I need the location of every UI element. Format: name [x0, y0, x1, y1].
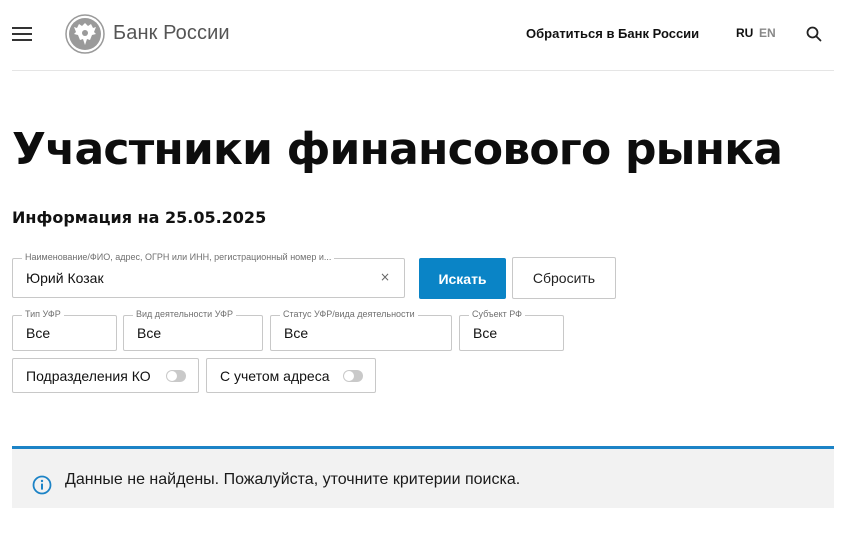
- search-input[interactable]: Наименование/ФИО, адрес, ОГРН или ИНН, р…: [12, 252, 405, 298]
- toggle-by-address[interactable]: С учетом адреса: [206, 358, 376, 393]
- reset-button[interactable]: Сбросить: [512, 257, 616, 299]
- lang-en-link[interactable]: EN: [759, 26, 776, 40]
- toggle-knob: [167, 371, 177, 381]
- lang-ru-link[interactable]: RU: [736, 26, 753, 40]
- toggle-ko-divisions[interactable]: Подразделения КО: [12, 358, 199, 393]
- filter-label: Статус УФР/вида деятельности: [280, 309, 418, 319]
- no-results-notice: Данные не найдены. Пожалуйста, уточните …: [12, 446, 834, 508]
- toggle-knob: [344, 371, 354, 381]
- search-input-value[interactable]: Юрий Козак: [26, 270, 104, 286]
- filter-status[interactable]: Статус УФР/вида деятельности Все: [270, 309, 452, 351]
- filter-value[interactable]: Все: [284, 325, 308, 341]
- toggle-label: Подразделения КО: [26, 368, 151, 384]
- info-circle-icon: [32, 475, 52, 495]
- filter-ufr-type[interactable]: Тип УФР Все: [12, 309, 117, 351]
- filter-value[interactable]: Все: [473, 325, 497, 341]
- toggle-switch[interactable]: [343, 370, 363, 382]
- hamburger-menu-icon[interactable]: [12, 27, 32, 41]
- header-divider: [12, 70, 834, 71]
- bank-of-russia-emblem-icon[interactable]: [65, 14, 105, 54]
- contact-bank-link[interactable]: Обратиться в Банк России: [526, 26, 699, 41]
- page-title: Участники финансового рынка: [12, 124, 783, 175]
- site-header: Банк России Обратиться в Банк России RU …: [0, 0, 841, 70]
- brand-name[interactable]: Банк России: [113, 22, 230, 45]
- search-input-label: Наименование/ФИО, адрес, ОГРН или ИНН, р…: [22, 252, 335, 262]
- filter-value[interactable]: Все: [137, 325, 161, 341]
- search-button[interactable]: Искать: [419, 258, 506, 299]
- filter-value[interactable]: Все: [26, 325, 50, 341]
- filter-activity-type[interactable]: Вид деятельности УФР Все: [123, 309, 263, 351]
- filter-label: Тип УФР: [22, 309, 64, 319]
- notice-message: Данные не найдены. Пожалуйста, уточните …: [65, 471, 521, 488]
- filter-region[interactable]: Субъект РФ Все: [459, 309, 564, 351]
- search-icon[interactable]: [806, 26, 822, 42]
- toggle-switch[interactable]: [166, 370, 186, 382]
- info-date: Информация на 25.05.2025: [12, 208, 267, 227]
- clear-input-icon[interactable]: ×: [380, 271, 390, 283]
- filter-label: Вид деятельности УФР: [133, 309, 236, 319]
- toggle-label: С учетом адреса: [220, 368, 330, 384]
- filter-label: Субъект РФ: [469, 309, 525, 319]
